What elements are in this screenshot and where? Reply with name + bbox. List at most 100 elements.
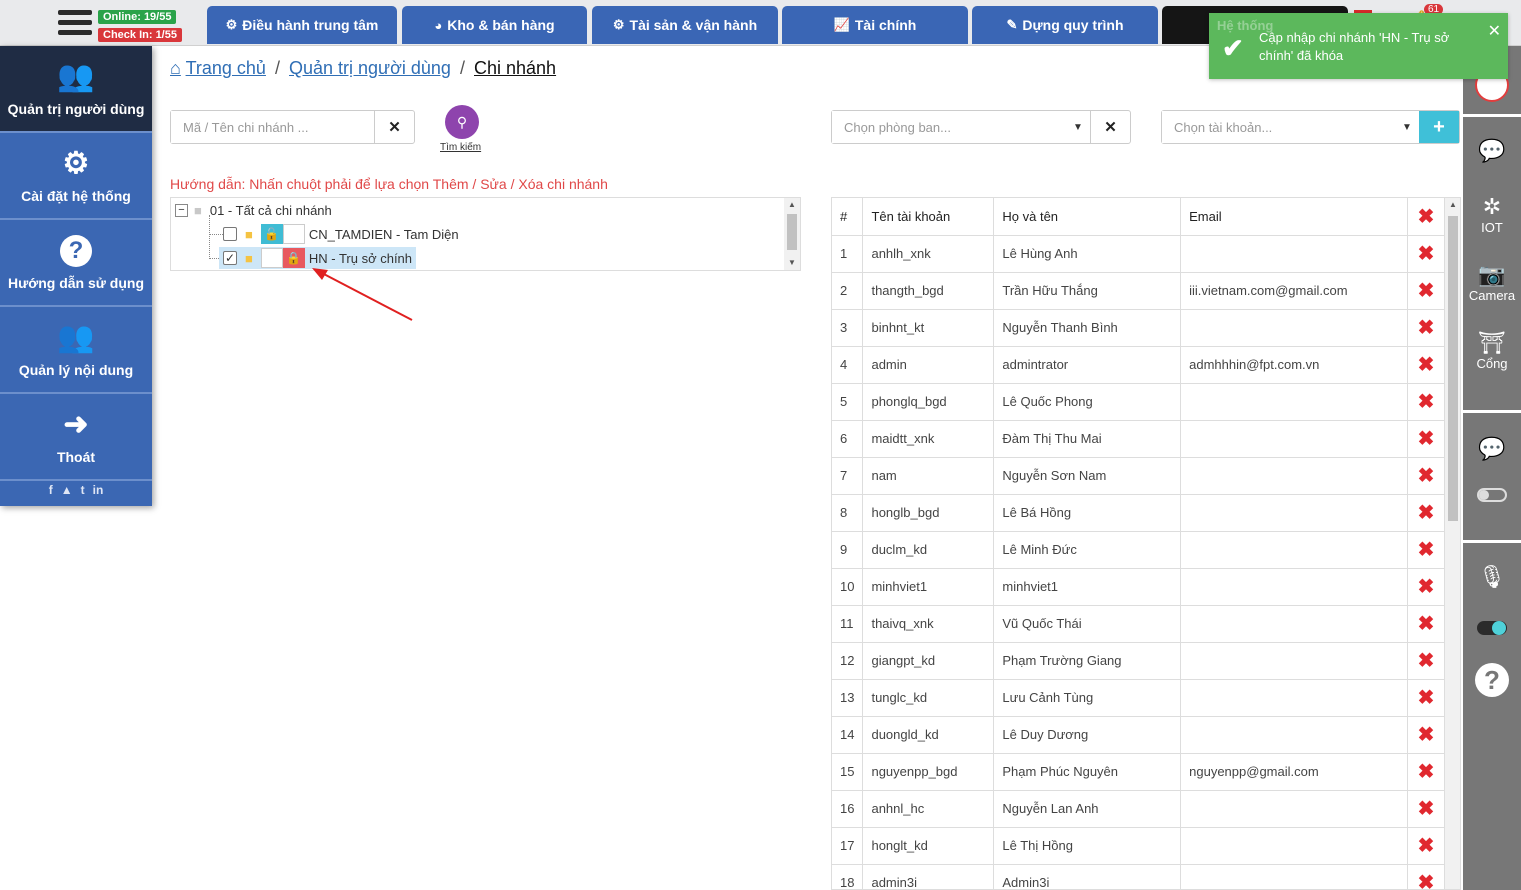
breadcrumb-home[interactable]: Trang chủ	[186, 58, 266, 78]
account-select[interactable]	[1162, 111, 1395, 143]
scroll-up-icon[interactable]: ▲	[788, 200, 796, 209]
scroll-up-icon[interactable]: ▲	[1449, 200, 1457, 209]
lock-toggle-blank[interactable]	[260, 248, 283, 268]
collapse-icon[interactable]: −	[175, 203, 188, 217]
rail-item-iot[interactable]: ✲ IOT	[1463, 194, 1521, 235]
delete-row-icon[interactable]: ✖	[1407, 827, 1445, 865]
delete-row-icon[interactable]: ✖	[1407, 679, 1445, 717]
clear-icon[interactable]: ✕	[374, 111, 414, 143]
unlock-icon[interactable]: 🔓	[260, 224, 283, 244]
nav-tai-san[interactable]: ⚙ Tài sản & vận hành	[592, 6, 778, 44]
branch-search-input[interactable]	[171, 111, 374, 143]
table-row[interactable]: 4 admin admintrator admhhhin@fpt.com.vn ✖	[832, 346, 1445, 384]
search-button[interactable]: ⚲	[445, 105, 479, 139]
scroll-thumb[interactable]	[1448, 216, 1458, 521]
home-icon[interactable]: ⌂	[170, 58, 181, 78]
delete-row-icon[interactable]: ✖	[1407, 235, 1445, 273]
table-scrollbar[interactable]: ▲	[1445, 198, 1460, 889]
twitter-icon[interactable]: t	[81, 483, 85, 501]
add-account-button[interactable]: +	[1419, 111, 1459, 143]
row-index: 17	[832, 827, 864, 865]
table-row[interactable]: 6 maidtt_xnk Đàm Thị Thu Mai ✖	[832, 420, 1445, 458]
table-row[interactable]: 17 honglt_kd Lê Thị Hồng ✖	[832, 827, 1445, 865]
toast-message: Cập nhập chi nhánh 'HN - Trụ sở chính' đ…	[1259, 30, 1450, 63]
delete-row-icon[interactable]: ✖	[1407, 568, 1445, 606]
nav-tai-chinh[interactable]: 📈 Tài chính	[782, 6, 968, 44]
help-icon[interactable]: ?	[1463, 663, 1521, 697]
delete-row-icon[interactable]: ✖	[1407, 494, 1445, 532]
table-row[interactable]: 16 anhnl_hc Nguyễn Lan Anh ✖	[832, 790, 1445, 828]
table-row[interactable]: 13 tunglc_kd Lưu Cảnh Tùng ✖	[832, 679, 1445, 717]
sidebar-item-user-admin[interactable]: 👥 Quản trị người dùng	[0, 46, 152, 133]
col-email[interactable]: Email	[1180, 198, 1408, 236]
row-username: honglb_bgd	[862, 494, 995, 532]
toggle-on[interactable]	[1477, 621, 1507, 635]
table-row[interactable]: 10 minhviet1 minhviet1 ✖	[832, 568, 1445, 606]
table-row[interactable]: 3 binhnt_kt Nguyễn Thanh Bình ✖	[832, 309, 1445, 347]
node-checkbox[interactable]	[223, 227, 237, 241]
row-email	[1180, 235, 1408, 273]
delete-row-icon[interactable]: ✖	[1407, 531, 1445, 569]
delete-row-icon[interactable]: ✖	[1407, 383, 1445, 421]
chat-video-icon[interactable]: 💬	[1463, 138, 1521, 164]
rail-item-camera[interactable]: 📷 Camera	[1463, 262, 1521, 303]
nav-dieu-hanh[interactable]: ⚙ Điều hành trung tâm	[207, 6, 397, 44]
tree-node-tamdien[interactable]: ■ 🔓 CN_TAMDIEN - Tam Diện	[223, 223, 459, 245]
sidebar-item-help[interactable]: ? Hướng dẫn sử dụng	[0, 220, 152, 307]
table-row[interactable]: 9 duclm_kd Lê Minh Đức ✖	[832, 531, 1445, 569]
delete-row-icon[interactable]: ✖	[1407, 790, 1445, 828]
table-row[interactable]: 14 duongld_kd Lê Duy Dương ✖	[832, 716, 1445, 754]
col-fullname[interactable]: Họ và tên	[993, 198, 1182, 236]
node-checkbox[interactable]: ✓	[223, 251, 237, 265]
delete-row-icon[interactable]: ✖	[1407, 864, 1445, 889]
caret-down-icon[interactable]: ▼	[1395, 111, 1419, 143]
delete-row-icon[interactable]: ✖	[1407, 420, 1445, 458]
scroll-down-icon[interactable]: ▼	[788, 258, 796, 267]
nav-dung-quy-trinh[interactable]: ✎ Dựng quy trình	[972, 6, 1158, 44]
table-row[interactable]: 15 nguyenpp_bgd Phạm Phúc Nguyên nguyenpp@g…	[832, 753, 1445, 791]
lock-toggle-blank[interactable]	[282, 224, 305, 244]
table-row[interactable]: 11 thaivq_xnk Vũ Quốc Thái ✖	[832, 605, 1445, 643]
chat-video-icon[interactable]: 💬	[1463, 436, 1521, 462]
table-row[interactable]: 5 phonglq_bgd Lê Quốc Phong ✖	[832, 383, 1445, 421]
rail-item-gate[interactable]: ⛩ Cổng	[1463, 330, 1521, 371]
table-row[interactable]: 8 honglb_bgd Lê Bá Hồng ✖	[832, 494, 1445, 532]
col-username[interactable]: Tên tài khoản	[862, 198, 995, 236]
drive-icon[interactable]: ▲	[61, 483, 73, 501]
tree-root[interactable]: − ■ 01 - Tất cả chi nhánh	[175, 199, 332, 221]
delete-row-icon[interactable]: ✖	[1407, 753, 1445, 791]
search-icon: ⚲	[456, 113, 468, 130]
tree-scrollbar[interactable]: ▲ ▼	[784, 198, 800, 270]
breadcrumb-user-admin[interactable]: Quản trị người dùng	[289, 58, 451, 78]
table-row[interactable]: 1 anhlh_xnk Lê Hùng Anh ✖	[832, 235, 1445, 273]
search-label[interactable]: Tìm kiếm	[440, 142, 481, 153]
sidebar-item-logout[interactable]: ➜ Thoát	[0, 394, 152, 481]
delete-row-icon[interactable]: ✖	[1407, 457, 1445, 495]
close-icon[interactable]: ✕	[1488, 21, 1501, 41]
nav-kho-ban-hang[interactable]: ◕ Kho & bán hàng	[402, 6, 587, 44]
delete-row-icon[interactable]: ✖	[1407, 309, 1445, 347]
table-row[interactable]: 2 thangth_bgd Trần Hữu Thắng iii.vietnam.co…	[832, 272, 1445, 310]
table-row[interactable]: 18 admin3i Admin3i ✖	[832, 864, 1445, 889]
clear-icon[interactable]: ✕	[1090, 111, 1130, 143]
caret-down-icon[interactable]: ▼	[1066, 111, 1090, 143]
sidebar-item-content[interactable]: 👥 Quản lý nội dung	[0, 307, 152, 394]
toggle-off[interactable]	[1477, 488, 1507, 502]
facebook-icon[interactable]: f	[49, 483, 53, 501]
delete-row-icon[interactable]: ✖	[1407, 272, 1445, 310]
delete-row-icon[interactable]: ✖	[1407, 642, 1445, 680]
microphone-icon[interactable]: 🎙	[1463, 564, 1521, 590]
gears-icon: ⚙	[612, 17, 625, 32]
menu-toggle-icon[interactable]	[58, 10, 92, 40]
rail-divider	[1463, 540, 1521, 543]
linkedin-icon[interactable]: in	[93, 483, 104, 501]
delete-row-icon[interactable]: ✖	[1407, 605, 1445, 643]
delete-row-icon[interactable]: ✖	[1407, 716, 1445, 754]
table-row[interactable]: 7 nam Nguyễn Sơn Nam ✖	[832, 457, 1445, 495]
table-row[interactable]: 12 giangpt_kd Phạm Trường Giang ✖	[832, 642, 1445, 680]
department-select[interactable]	[832, 111, 1066, 143]
delete-all-icon[interactable]: ✖	[1407, 198, 1445, 236]
sidebar-item-settings[interactable]: ⚙ Cài đặt hệ thống	[0, 133, 152, 220]
scroll-thumb[interactable]	[787, 214, 797, 250]
delete-row-icon[interactable]: ✖	[1407, 346, 1445, 384]
